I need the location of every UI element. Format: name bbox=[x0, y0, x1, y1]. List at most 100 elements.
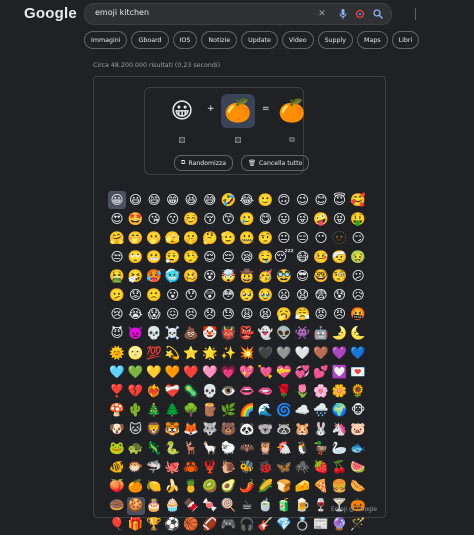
emoji-cell[interactable]: 🌲 bbox=[164, 401, 182, 419]
close-icon[interactable]: ✕ bbox=[315, 7, 329, 21]
chip-ios[interactable]: IOS bbox=[172, 31, 198, 49]
emoji-cell[interactable]: ☺️ bbox=[182, 210, 200, 228]
emoji-cell[interactable]: 💀 bbox=[145, 325, 163, 343]
emoji-cell[interactable]: 💗 bbox=[219, 363, 237, 381]
emoji-cell[interactable]: 💜 bbox=[331, 344, 349, 362]
emoji-cell[interactable]: 🌭 bbox=[349, 477, 367, 495]
emoji-cell[interactable]: 🌜 bbox=[349, 325, 367, 343]
emoji-cell[interactable]: 🦠 bbox=[182, 382, 200, 400]
emoji-cell[interactable]: 💀 bbox=[201, 382, 219, 400]
emoji-cell[interactable]: 😶 bbox=[312, 229, 330, 247]
emoji-cell[interactable]: 😧 bbox=[293, 286, 311, 304]
emoji-cell[interactable]: 🥶 bbox=[164, 267, 182, 285]
emoji-cell[interactable]: 🍪 bbox=[126, 496, 145, 515]
emoji-cell[interactable]: 🎄 bbox=[145, 401, 163, 419]
emoji-cell[interactable]: 🍉 bbox=[349, 458, 367, 476]
search-box[interactable]: emoji kitchen ✕ bbox=[84, 3, 416, 25]
emoji-cell[interactable]: 🥲 bbox=[238, 210, 256, 228]
emoji-cell[interactable]: 💛 bbox=[145, 363, 163, 381]
emoji-cell[interactable]: 🧃 bbox=[275, 497, 293, 515]
emoji-cell[interactable]: 🤠 bbox=[238, 267, 256, 285]
emoji-cell[interactable]: 🤖 bbox=[312, 325, 330, 343]
search-icon[interactable] bbox=[371, 7, 385, 21]
emoji-cell[interactable]: 🥴 bbox=[182, 267, 200, 285]
emoji-cell[interactable]: 😢 bbox=[108, 306, 126, 324]
emoji-cell[interactable]: ⚽ bbox=[164, 516, 182, 534]
emoji-cell[interactable]: 🍞 bbox=[275, 477, 293, 495]
emoji-cell[interactable]: 😣 bbox=[182, 306, 200, 324]
emoji-cell[interactable]: 💎 bbox=[275, 516, 293, 534]
emoji-cell[interactable]: ☠️ bbox=[164, 325, 182, 343]
emoji-cell[interactable]: 🍕 bbox=[312, 477, 330, 495]
emoji-cell[interactable]: 💝 bbox=[275, 363, 293, 381]
emoji-cell[interactable]: 🦙 bbox=[201, 439, 219, 457]
emoji-cell[interactable]: 🐶 bbox=[108, 420, 126, 438]
emoji-cell[interactable]: 🌻 bbox=[349, 382, 367, 400]
emoji-cell[interactable]: 😡 bbox=[312, 306, 330, 324]
emoji-cell[interactable]: 🌟 bbox=[201, 344, 219, 362]
emoji-cell[interactable]: 🥱 bbox=[275, 306, 293, 324]
emoji-cell[interactable]: 😅 bbox=[201, 191, 219, 209]
emoji-cell[interactable]: 🤮 bbox=[108, 267, 126, 285]
emoji-cell[interactable]: 🩵 bbox=[108, 363, 126, 381]
emoji-cell[interactable]: 🤢 bbox=[349, 248, 367, 266]
emoji-cell[interactable]: 😍 bbox=[108, 210, 126, 228]
emoji-cell[interactable]: 👽 bbox=[275, 325, 293, 343]
emoji-cell[interactable]: 🏆 bbox=[145, 516, 163, 534]
emoji-cell[interactable]: 🐌 bbox=[219, 458, 237, 476]
lens-icon[interactable] bbox=[353, 7, 367, 21]
emoji-cell[interactable]: 😗 bbox=[164, 210, 182, 228]
emoji-cell[interactable]: 🫡 bbox=[219, 229, 237, 247]
emoji-cell[interactable]: 🌿 bbox=[219, 401, 237, 419]
emoji-cell[interactable]: 💖 bbox=[238, 363, 256, 381]
emoji-cell[interactable]: 🎸 bbox=[256, 516, 274, 534]
emoji-cell[interactable]: 🐸 bbox=[108, 439, 126, 457]
emoji-cell[interactable]: 💌 bbox=[349, 363, 367, 381]
emoji-cell[interactable]: 😁 bbox=[164, 191, 182, 209]
emoji-cell[interactable]: 😠 bbox=[331, 306, 349, 324]
emoji-cell[interactable]: 🤯 bbox=[219, 267, 237, 285]
emoji-cell[interactable]: 🫥 bbox=[331, 229, 349, 247]
emoji-cell[interactable]: 😌 bbox=[201, 248, 219, 266]
chip-notizie[interactable]: Notizie bbox=[201, 31, 238, 49]
emoji-cell[interactable]: 💙 bbox=[349, 344, 367, 362]
emoji-cell[interactable]: 🌽 bbox=[256, 477, 274, 495]
chip-maps[interactable]: Maps bbox=[357, 31, 388, 49]
emoji-cell[interactable]: 🌷 bbox=[293, 382, 311, 400]
emoji-cell[interactable]: 😑 bbox=[293, 229, 311, 247]
emoji-cell[interactable]: 🪄 bbox=[349, 516, 367, 534]
emoji-cell[interactable]: 😷 bbox=[293, 248, 311, 266]
emoji-cell[interactable]: 🍭 bbox=[219, 497, 237, 515]
emoji-cell[interactable]: 🎈 bbox=[108, 516, 126, 534]
emoji-cell[interactable]: 🥸 bbox=[275, 267, 293, 285]
emoji-cell[interactable]: 🙂 bbox=[256, 191, 274, 209]
emoji-cell[interactable]: 🍫 bbox=[182, 497, 200, 515]
right-emoji-slot[interactable]: 🍊 bbox=[221, 94, 255, 128]
emoji-cell[interactable]: 🌈 bbox=[238, 401, 256, 419]
emoji-cell[interactable]: 👺 bbox=[238, 325, 256, 343]
emoji-cell[interactable]: 🐰 bbox=[312, 420, 330, 438]
emoji-cell[interactable]: 💔 bbox=[127, 382, 145, 400]
emoji-cell[interactable]: 🐯 bbox=[164, 420, 182, 438]
emoji-cell[interactable]: 🤗 bbox=[108, 229, 126, 247]
emoji-cell[interactable]: 👁️ bbox=[219, 382, 237, 400]
emoji-cell[interactable]: 🦉 bbox=[256, 439, 274, 457]
emoji-cell[interactable]: 🩶 bbox=[275, 344, 293, 362]
emoji-cell[interactable]: 🙃 bbox=[275, 191, 293, 209]
emoji-cell[interactable]: 🐷 bbox=[349, 420, 367, 438]
emoji-cell[interactable]: 😵 bbox=[201, 267, 219, 285]
emoji-cell[interactable]: 💍 bbox=[293, 516, 311, 534]
emoji-cell[interactable]: 💩 bbox=[182, 325, 200, 343]
left-slot-dice-icon[interactable]: ⚄ bbox=[176, 134, 188, 146]
emoji-cell[interactable]: 💚 bbox=[127, 363, 145, 381]
left-emoji-slot[interactable]: 😀 bbox=[165, 94, 199, 128]
emoji-cell[interactable]: 🖤 bbox=[256, 344, 274, 362]
emoji-cell[interactable]: 🙁 bbox=[145, 286, 163, 304]
emoji-cell[interactable]: 🪵 bbox=[201, 401, 219, 419]
emoji-cell[interactable]: 😦 bbox=[275, 286, 293, 304]
emoji-cell[interactable]: 🤕 bbox=[331, 248, 349, 266]
emoji-cell[interactable]: 👾 bbox=[293, 325, 311, 343]
emoji-cell[interactable]: 😤 bbox=[293, 306, 311, 324]
emoji-cell[interactable]: 🌵 bbox=[127, 401, 145, 419]
emoji-cell[interactable]: 😩 bbox=[238, 306, 256, 324]
